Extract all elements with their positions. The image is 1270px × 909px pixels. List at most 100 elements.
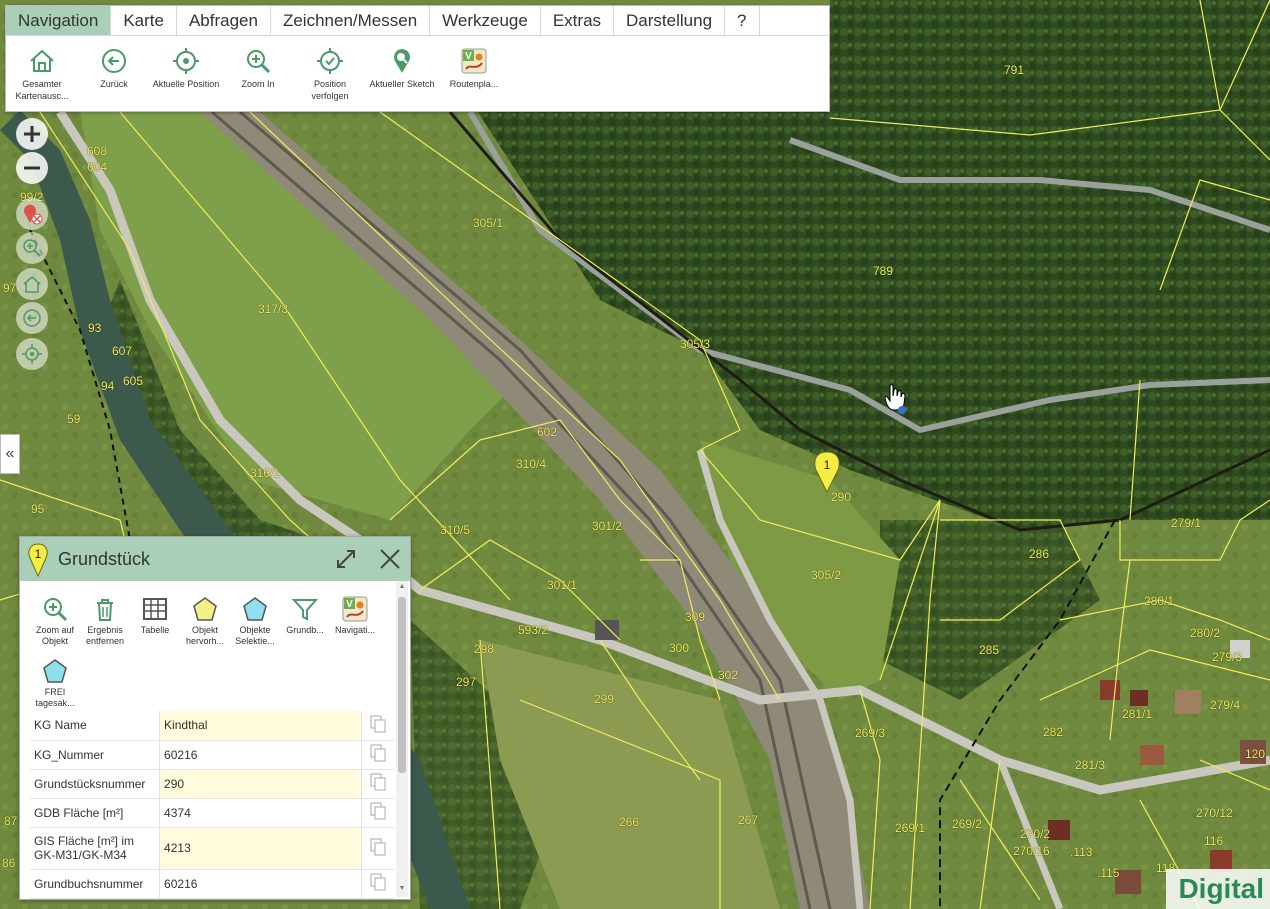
parcel-label: 270/16 bbox=[1013, 844, 1050, 858]
table-row: KG_Nummer 60216 bbox=[30, 740, 394, 770]
property-value: 60216 bbox=[159, 740, 362, 770]
route-planner-icon: V bbox=[459, 46, 489, 76]
tab-navigation[interactable]: Navigation bbox=[6, 6, 112, 35]
home-icon bbox=[27, 46, 57, 76]
parcel-label: 298 bbox=[474, 642, 495, 656]
expand-button[interactable] bbox=[334, 547, 358, 571]
zoom-to-object-button[interactable]: Zoom auf Objekt bbox=[30, 595, 80, 657]
frei-button[interactable]: FREI tagesak... bbox=[30, 657, 80, 719]
copy-button[interactable] bbox=[360, 827, 394, 870]
ptool-label: Objekte Selektie... bbox=[235, 625, 275, 646]
property-value: 4374 bbox=[159, 798, 362, 828]
table-row: GDB Fläche [m²] 4374 bbox=[30, 798, 394, 828]
parcel-label: 94 bbox=[101, 379, 115, 393]
parcel-label: .113 bbox=[1070, 845, 1093, 859]
parcel-label: 305/1 bbox=[473, 216, 504, 230]
filter-button[interactable]: Grundb... bbox=[280, 595, 330, 657]
remove-markers-button[interactable] bbox=[16, 198, 48, 230]
tab-abfragen[interactable]: Abfragen bbox=[177, 6, 271, 35]
scroll-thumb[interactable] bbox=[398, 597, 406, 773]
panel-scrollbar[interactable]: ▲ ▼ bbox=[396, 581, 408, 897]
parcel-label: 316/1 bbox=[250, 466, 281, 480]
tab-extras[interactable]: Extras bbox=[541, 6, 615, 35]
parcel-label: 59 bbox=[67, 412, 81, 426]
copy-button[interactable] bbox=[360, 869, 394, 899]
table-button[interactable]: Tabelle bbox=[130, 595, 180, 657]
feature-info-panel: 1 Grundstück Zoom auf Objekt Ergebnis en… bbox=[19, 536, 411, 900]
parcel-label: 608 bbox=[87, 144, 108, 158]
zoom-in-map-button[interactable] bbox=[16, 118, 48, 150]
highlight-object-button[interactable]: Objekt hervorh... bbox=[180, 595, 230, 657]
properties-table: KG Name Kindthal KG_Nummer 60216 Grundst… bbox=[30, 711, 394, 899]
panel-title: Grundstück bbox=[58, 548, 151, 569]
back-side-button[interactable] bbox=[16, 302, 48, 334]
tab-karte[interactable]: Karte bbox=[111, 6, 177, 35]
tool-label: Routenpla... bbox=[449, 79, 499, 89]
plus-icon bbox=[24, 126, 40, 142]
current-position-button[interactable]: Aktuelle Position bbox=[150, 46, 222, 102]
copy-icon bbox=[370, 773, 386, 791]
parcel-label: 300 bbox=[669, 641, 690, 655]
zoom-in-side-button[interactable] bbox=[16, 232, 48, 264]
copy-button[interactable] bbox=[360, 769, 394, 799]
parcel-label: 789 bbox=[873, 264, 894, 278]
tab-werkzeuge[interactable]: Werkzeuge bbox=[430, 6, 541, 35]
zoom-out-map-button[interactable] bbox=[16, 152, 48, 184]
collapse-panel-button[interactable]: « bbox=[0, 434, 20, 474]
parcel-label: 309 bbox=[685, 610, 706, 624]
close-button[interactable] bbox=[378, 547, 402, 571]
tab-darstellung[interactable]: Darstellung bbox=[614, 6, 726, 35]
scroll-up-icon[interactable]: ▲ bbox=[398, 583, 406, 593]
current-sketch-button[interactable]: Aktueller Sketch bbox=[366, 46, 438, 102]
home-side-button[interactable] bbox=[16, 268, 48, 300]
select-objects-button[interactable]: Objekte Selektie... bbox=[230, 595, 280, 657]
home-icon bbox=[23, 276, 41, 293]
remove-result-button[interactable]: Ergebnis entfernen bbox=[80, 595, 130, 657]
table-row: GIS Fläche [m²] im GK-M31/GK-M34 4213 bbox=[30, 827, 394, 870]
scroll-down-icon[interactable]: ▼ bbox=[398, 885, 406, 895]
parcel-label: 302 bbox=[718, 668, 739, 682]
trash-icon bbox=[91, 595, 119, 623]
tool-label: Zoom In bbox=[241, 79, 275, 89]
route-planner-button[interactable]: V Routenpla... bbox=[438, 46, 510, 102]
parcel-label: 301/2 bbox=[592, 519, 623, 533]
expand-icon bbox=[337, 550, 355, 568]
parcel-label: 269/3 bbox=[855, 726, 886, 740]
parcel-label: 285 bbox=[979, 643, 1000, 657]
follow-position-button[interactable]: Position verfolgen bbox=[294, 46, 366, 102]
property-key: KG_Nummer bbox=[30, 740, 161, 770]
parcel-label: 269/1 bbox=[895, 821, 926, 835]
select-objects-icon bbox=[241, 595, 269, 623]
table-row: Grundbuchsnummer 60216 bbox=[30, 869, 394, 899]
parcel-label: 286 bbox=[1029, 547, 1050, 561]
ptool-label: FREI tagesak... bbox=[35, 687, 75, 708]
parcel-label: 270/12 bbox=[1196, 806, 1233, 820]
ptool-label: Tabelle bbox=[140, 625, 170, 635]
position-side-button[interactable] bbox=[16, 338, 48, 370]
parcel-label: 279/4 bbox=[1210, 698, 1241, 712]
tab-help[interactable]: ? bbox=[725, 6, 760, 35]
parcel-label: 269/2 bbox=[952, 817, 983, 831]
crosshair-icon bbox=[22, 344, 42, 364]
tool-label: Position verfolgen bbox=[311, 79, 349, 101]
tab-zeichnen-messen[interactable]: Zeichnen/Messen bbox=[271, 6, 431, 35]
back-button[interactable]: Zurück bbox=[78, 46, 150, 102]
tool-label: Aktueller Sketch bbox=[369, 79, 435, 89]
property-value: 4213 bbox=[159, 827, 362, 870]
property-value: Kindthal bbox=[159, 711, 362, 741]
parcel-label: 279/1 bbox=[1171, 516, 1202, 530]
navigation-button[interactable]: V Navigati... bbox=[330, 595, 380, 657]
copy-icon bbox=[370, 802, 386, 820]
parcel-label: 95 bbox=[31, 502, 45, 516]
copy-button[interactable] bbox=[360, 711, 394, 741]
panel-marker-number: 1 bbox=[35, 547, 42, 561]
parcel-label: 280/1 bbox=[1144, 594, 1175, 608]
zoom-in-button[interactable]: Zoom In bbox=[222, 46, 294, 102]
svg-text:V: V bbox=[346, 599, 353, 610]
property-key: GDB Fläche [m²] bbox=[30, 798, 161, 828]
copy-button[interactable] bbox=[360, 740, 394, 770]
parcel-label: 607 bbox=[112, 344, 133, 358]
full-extent-button[interactable]: Gesamter Kartenausc... bbox=[6, 46, 78, 102]
copy-button[interactable] bbox=[360, 798, 394, 828]
parcel-label: 305/3 bbox=[680, 337, 711, 351]
